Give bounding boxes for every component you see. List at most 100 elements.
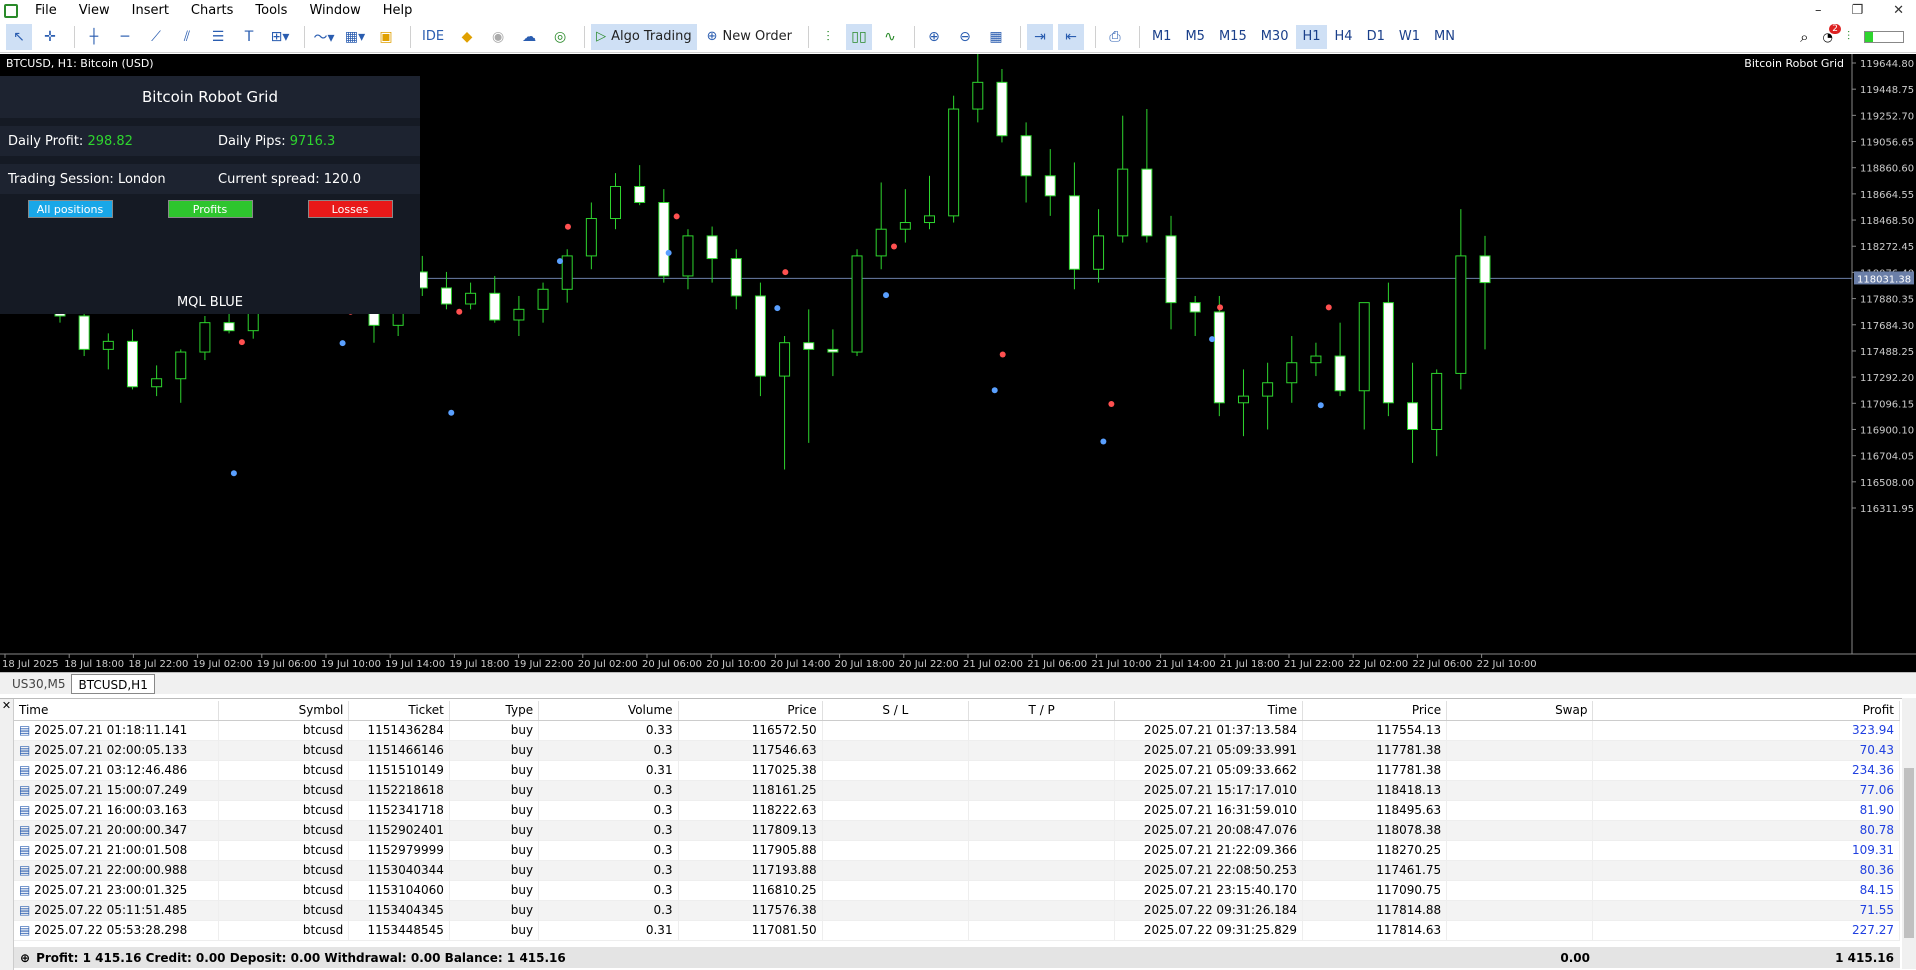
trendline-icon[interactable]: ⟋ <box>143 24 169 50</box>
bar-chart-icon[interactable]: ⫶ <box>815 24 841 50</box>
column-header[interactable]: Ticket <box>348 701 450 721</box>
tf-h4[interactable]: H4 <box>1329 25 1359 49</box>
column-header[interactable]: Type <box>449 701 540 721</box>
table-cell: 2025.07.22 09:31:25.829 <box>1114 920 1304 941</box>
table-cell <box>968 920 1116 941</box>
notifications-icon[interactable]: ◔ 2 <box>1823 23 1841 44</box>
table-row[interactable]: ▤ 2025.07.21 21:00:01.508 btcusd 115297999… <box>14 840 1900 861</box>
table-row[interactable]: ▤ 2025.07.21 22:00:00.988 btcusd 115304034… <box>14 860 1900 881</box>
tf-w1[interactable]: W1 <box>1393 25 1426 49</box>
grid-icon[interactable]: ▦ <box>983 24 1009 50</box>
table-row[interactable]: ▤ 2025.07.21 03:12:46.486 btcusd 115151014… <box>14 760 1900 781</box>
tf-mn[interactable]: MN <box>1428 25 1461 49</box>
tf-d1[interactable]: D1 <box>1361 25 1391 49</box>
column-header[interactable]: Time <box>1114 701 1304 721</box>
summary-add-icon[interactable]: ⊕ <box>20 951 30 965</box>
table-row[interactable]: ▤ 2025.07.21 20:00:00.347 btcusd 115290240… <box>14 820 1900 841</box>
tf-m1[interactable]: M1 <box>1146 25 1178 49</box>
table-cell: 0.31 <box>538 760 679 781</box>
table-cell: 1151510149 <box>348 760 450 781</box>
table-row[interactable]: ▤ 2025.07.21 01:18:11.141 btcusd 115143628… <box>14 720 1900 741</box>
table-cell: 2025.07.21 20:08:47.076 <box>1114 820 1304 841</box>
horizontal-line-icon[interactable]: ─ <box>112 24 138 50</box>
close-icon[interactable]: ✕ <box>1893 3 1904 18</box>
column-header[interactable]: Profit <box>1592 701 1900 721</box>
column-header[interactable]: S / L <box>822 701 970 721</box>
table-row[interactable]: ▤ 2025.07.21 16:00:03.163 btcusd 115234171… <box>14 800 1900 821</box>
signal-icon[interactable]: ◉ <box>485 24 511 50</box>
menu-help[interactable]: Help <box>372 0 424 21</box>
table-row[interactable]: ▤ 2025.07.21 02:00:05.133 btcusd 115146614… <box>14 740 1900 761</box>
channel-icon[interactable]: ⫽ <box>174 24 200 50</box>
table-row[interactable]: ▤ 2025.07.21 15:00:07.249 btcusd 115221861… <box>14 780 1900 801</box>
price-chart[interactable]: BTCUSD, H1: Bitcoin (USD) Bitcoin Robot … <box>0 54 1916 672</box>
minimize-icon[interactable]: – <box>1815 3 1822 18</box>
shapes-icon[interactable]: ⊞▾ <box>267 24 293 50</box>
candle-body <box>1165 235 1177 304</box>
column-header[interactable]: Price <box>678 701 823 721</box>
vertical-line-icon[interactable]: ┼ <box>81 24 107 50</box>
fibonacci-icon[interactable]: ☰ <box>205 24 231 50</box>
text-tool-icon[interactable]: T <box>236 24 262 50</box>
table-row[interactable]: ▤ 2025.07.22 05:11:51.485 btcusd 115340434… <box>14 900 1900 921</box>
menu-file[interactable]: File <box>24 0 68 21</box>
search-icon[interactable]: ⌕ <box>1800 28 1808 46</box>
table-cell: 118078.38 <box>1302 820 1448 841</box>
tf-h1[interactable]: H1 <box>1296 24 1327 49</box>
line-chart-icon[interactable]: ∿ <box>877 24 903 50</box>
table-cell: btcusd <box>218 740 350 761</box>
profits-button[interactable]: Profits <box>167 200 253 218</box>
toolbox-sidebar[interactable]: ✕ <box>0 699 14 970</box>
menu-charts[interactable]: Charts <box>180 0 245 21</box>
table-cell: ▤ 2025.07.21 01:18:11.141 <box>14 720 219 741</box>
menu-insert[interactable]: Insert <box>121 0 180 21</box>
time-label: 18 Jul 18:00 <box>64 659 124 670</box>
bag-icon[interactable]: ◆ <box>454 24 480 50</box>
chart-shift-icon[interactable]: ⇤ <box>1057 23 1084 50</box>
tf-m15[interactable]: M15 <box>1213 25 1253 49</box>
column-header[interactable]: Volume <box>538 701 679 721</box>
tf-m30[interactable]: M30 <box>1255 25 1295 49</box>
deal-icon: ▤ <box>19 823 35 837</box>
menu-view[interactable]: View <box>68 0 121 21</box>
losses-button[interactable]: Losses <box>307 200 393 218</box>
crosshair-icon[interactable]: ✛ <box>37 24 63 50</box>
cloud-icon[interactable]: ☁ <box>516 24 542 50</box>
menu-window[interactable]: Window <box>298 0 371 21</box>
scrollbar-thumb[interactable] <box>1904 768 1914 938</box>
tab-btcusd-h1[interactable]: BTCUSD,H1 <box>71 673 155 694</box>
vps-icon[interactable]: ◎ <box>547 24 573 50</box>
grid-scrollbar[interactable] <box>1902 698 1916 969</box>
column-header[interactable]: Swap <box>1446 701 1594 721</box>
column-header[interactable]: Price <box>1302 701 1448 721</box>
all-positions-button[interactable]: All positions <box>27 200 113 218</box>
column-header[interactable]: T / P <box>968 701 1116 721</box>
menu-tools[interactable]: Tools <box>244 0 298 21</box>
candle-body <box>1189 302 1201 313</box>
table-cell <box>1446 880 1594 901</box>
deal-icon: ▤ <box>19 783 35 797</box>
trade-exit-marker <box>238 339 245 346</box>
table-cell: 80.36 <box>1592 860 1900 881</box>
ide-button[interactable]: IDE <box>417 24 449 50</box>
cursor-icon[interactable]: ↖ <box>6 23 32 50</box>
candlestick-icon[interactable]: ▯▯ <box>845 23 872 50</box>
zoom-out-icon[interactable]: ⊖ <box>952 24 978 50</box>
tf-m5[interactable]: M5 <box>1179 25 1211 49</box>
algo-trading-button[interactable]: ▷ Algo Trading <box>591 23 697 50</box>
table-row[interactable]: ▤ 2025.07.21 23:00:01.325 btcusd 115310406… <box>14 880 1900 901</box>
table-cell: 1152979999 <box>348 840 450 861</box>
column-header[interactable]: Time <box>14 701 219 721</box>
close-toolbox-icon[interactable]: ✕ <box>0 699 13 712</box>
zoom-in-icon[interactable]: ⊕ <box>921 24 947 50</box>
chart-type-icon[interactable]: ▦▾ <box>342 24 368 50</box>
market-icon[interactable]: ▣ <box>373 24 399 50</box>
screenshot-icon[interactable]: ⎙ <box>1102 24 1128 50</box>
restore-icon[interactable]: ❐ <box>1851 3 1863 18</box>
new-order-button[interactable]: ⊕ New Order <box>702 24 797 50</box>
tab-us30-m5[interactable]: US30,M5 <box>6 674 71 694</box>
column-header[interactable]: Symbol <box>218 701 350 721</box>
indicators-icon[interactable]: 〜▾ <box>311 24 337 50</box>
table-row[interactable]: ▤ 2025.07.22 05:53:28.298 btcusd 115344854… <box>14 920 1900 941</box>
autoscroll-icon[interactable]: ⇥ <box>1026 23 1053 50</box>
